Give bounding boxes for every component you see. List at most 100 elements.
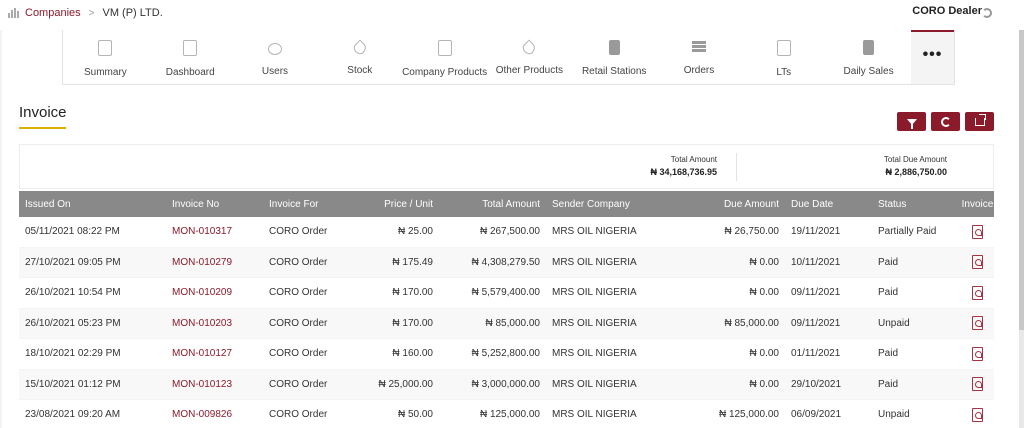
tab-label: LTs	[776, 67, 792, 78]
more-icon: •••	[922, 46, 943, 63]
column-header[interactable]: Status	[872, 199, 961, 210]
total-due-label: Total Due Amount	[883, 155, 947, 164]
tab-label: Stock	[347, 65, 373, 76]
table-cell: MRS OIL NIGERIA	[552, 226, 637, 238]
table-cell: Partially Paid	[878, 226, 937, 238]
tab-label: Other Products	[495, 65, 564, 76]
table-cell: MRS OIL NIGERIA	[552, 348, 637, 360]
tab-label: Summary	[84, 67, 127, 78]
invoice-number-link[interactable]: MON-010279	[166, 257, 263, 268]
page-title: Invoice	[19, 104, 67, 121]
invoice-number-link[interactable]: MON-010209	[166, 287, 263, 298]
column-header[interactable]: Invoice	[961, 199, 994, 210]
export-button[interactable]	[965, 112, 994, 131]
tab-dashboard[interactable]: Dashboard	[148, 30, 233, 84]
breadcrumb-companies-link[interactable]: Companies	[25, 7, 81, 19]
breadcrumb-separator: >	[88, 7, 95, 19]
tab-daily-sales[interactable]: Daily Sales	[826, 30, 911, 84]
table-cell: CORO Order	[269, 409, 328, 421]
table-row[interactable]: 23/08/2021 09:20 AM MON-009826 CORO Order ₦…	[19, 400, 994, 428]
scrollbar[interactable]	[1019, 30, 1024, 428]
pdf-icon[interactable]	[972, 255, 983, 270]
table-cell: CORO Order	[269, 348, 328, 360]
table-row[interactable]: 18/10/2021 02:29 PM MON-010127 CORO Order ₦…	[19, 339, 994, 370]
table-row[interactable]: 26/10/2021 10:54 PM MON-010209 CORO Order ₦…	[19, 278, 994, 309]
table-cell: ₦ 85,000.00	[485, 317, 541, 329]
invoice-number-link[interactable]: MON-010127	[166, 348, 263, 359]
table-cell: ₦ 5,579,400.00	[471, 287, 540, 299]
total-due-amount: Total Due Amount ₦ 2,886,750.00	[884, 155, 947, 177]
fuel-pump-icon	[608, 40, 620, 55]
table-cell: ₦ 26,750.00	[724, 226, 780, 238]
table-cell: CORO Order	[269, 287, 328, 299]
table-cell: ₦ 0.00	[749, 256, 779, 268]
tab-label: Orders	[683, 65, 715, 76]
invoice-cell	[961, 285, 994, 300]
column-header[interactable]: Price / Unit	[343, 199, 439, 210]
totals-divider	[736, 153, 737, 181]
refresh-button[interactable]	[931, 112, 960, 131]
invoice-number-link[interactable]: MON-010123	[166, 379, 263, 390]
pdf-icon[interactable]	[972, 224, 983, 239]
fuel-can-icon	[437, 40, 452, 56]
column-header[interactable]: Invoice For	[263, 199, 343, 210]
table-cell: ₦ 0.00	[749, 378, 779, 390]
table-cell: Paid	[878, 256, 899, 268]
column-header[interactable]: Due Date	[785, 199, 872, 210]
pdf-icon[interactable]	[972, 407, 983, 422]
pdf-icon[interactable]	[972, 377, 983, 392]
table-cell: MRS OIL NIGERIA	[552, 378, 637, 390]
tab-other-products[interactable]: Other Products	[487, 30, 572, 84]
document-icon	[776, 40, 791, 56]
pdf-icon[interactable]	[972, 346, 983, 361]
top-bar: Companies > VM (P) LTD. CORO Dealer	[0, 0, 1024, 30]
invoice-number-link[interactable]: MON-009826	[166, 409, 263, 420]
dashboard-icon	[183, 40, 198, 56]
table-row[interactable]: 05/11/2021 08:22 PM MON-010317 CORO Order ₦…	[19, 217, 994, 248]
tab-users[interactable]: Users	[233, 30, 318, 84]
table-cell: Paid	[878, 287, 899, 299]
table-row[interactable]: 27/10/2021 09:05 PM MON-010279 CORO Order ₦…	[19, 247, 994, 278]
table-cell: 26/10/2021 05:23 PM	[25, 317, 121, 329]
table-cell: 09/11/2021	[791, 317, 841, 329]
column-header[interactable]: Due Amount	[672, 199, 785, 210]
filter-button[interactable]	[897, 112, 926, 131]
table-cell: 19/11/2021	[791, 226, 841, 238]
invoice-number-link[interactable]: MON-010203	[166, 318, 263, 329]
total-amount-value: ₦ 34,168,736.95	[650, 167, 717, 177]
table-row[interactable]: 26/10/2021 05:23 PM MON-010203 CORO Order ₦…	[19, 308, 994, 339]
table-cell: ₦ 85,000.00	[724, 317, 780, 329]
switch-role-icon[interactable]	[982, 8, 992, 18]
column-header[interactable]: Invoice No	[166, 199, 263, 210]
tab-summary[interactable]: Summary	[63, 30, 148, 84]
pdf-icon[interactable]	[972, 285, 983, 300]
table-cell: ₦ 5,252,800.00	[471, 348, 540, 360]
scrollbar-thumb[interactable]	[1019, 30, 1024, 330]
table-row[interactable]: 15/10/2021 01:12 PM MON-010123 CORO Order ₦…	[19, 369, 994, 400]
table-cell: ₦ 25,000.00	[378, 378, 434, 390]
tab-company-products[interactable]: Company Products	[402, 30, 487, 84]
table-cell: MRS OIL NIGERIA	[552, 287, 637, 299]
bar-chart-icon	[8, 8, 19, 18]
column-header[interactable]: Sender Company	[546, 199, 672, 210]
table-header: Issued On Invoice No Invoice For Price / Un…	[19, 191, 994, 217]
tab-orders[interactable]: Orders	[657, 30, 742, 84]
table-cell: 27/10/2021 09:05 PM	[25, 256, 121, 268]
clipboard-icon	[98, 40, 113, 56]
invoice-cell	[961, 255, 994, 270]
column-header[interactable]: Issued On	[19, 199, 166, 210]
tab-stock[interactable]: Stock	[317, 30, 402, 84]
table-cell: CORO Order	[269, 378, 328, 390]
invoice-number-link[interactable]: MON-010317	[166, 226, 263, 237]
pdf-icon[interactable]	[972, 316, 983, 331]
table-cell: ₦ 267,500.00	[479, 226, 540, 238]
tab-lts[interactable]: LTs	[741, 30, 826, 84]
column-header[interactable]: Total Amount	[439, 199, 546, 210]
total-amount-label: Total Amount	[670, 155, 717, 164]
table-cell: ₦ 160.00	[392, 348, 433, 360]
table-cell: 23/08/2021 09:20 AM	[25, 409, 121, 421]
tab-more[interactable]: •••	[910, 30, 954, 84]
user-role-label: CORO Dealer	[912, 5, 982, 17]
tab-retail-stations[interactable]: Retail Stations	[572, 30, 657, 84]
breadcrumb-current: VM (P) LTD.	[102, 7, 163, 19]
